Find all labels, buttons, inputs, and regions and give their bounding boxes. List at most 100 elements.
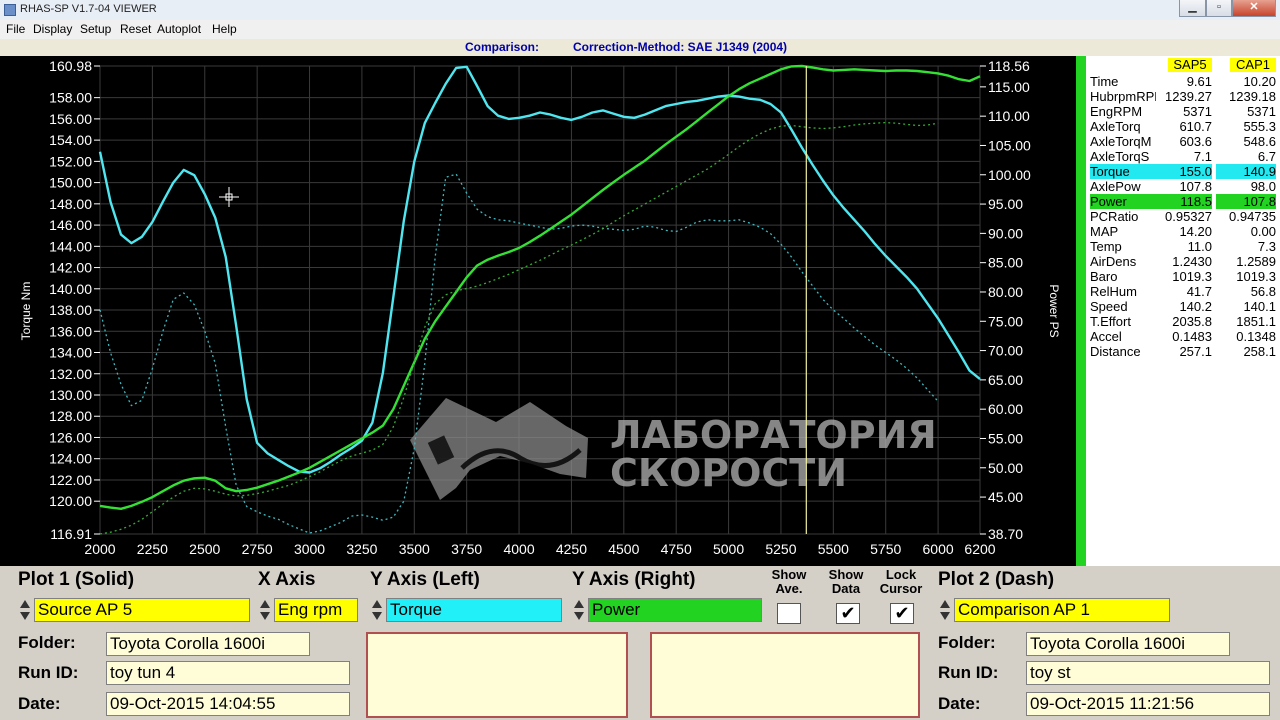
folder-label-1: Folder: [18,633,76,652]
menu-reset[interactable]: Reset [120,22,151,36]
data-row-name: Power [1090,194,1156,209]
data-row-value-sap5: 1239.27 [1165,89,1212,104]
y2-tick-label: 70.00 [988,343,1023,359]
y-axis-right-label: Power PS [1047,284,1061,337]
axis-layer: 2000 2250 2500 2750 3000 3250 3500 3750 4000 4250… [49,58,1031,557]
control-panel: Plot 1 (Solid) X Axis Y Axis (Left) Y Ax… [0,566,1280,720]
date-field-1[interactable]: 09-Oct-2015 14:04:55 [106,692,350,716]
data-row-value-sap5: 257.1 [1179,344,1212,359]
data-row-name: PCRatio [1090,209,1139,224]
plot2-spinner[interactable] [938,598,952,622]
data-row-value-sap5: 11.0 [1187,239,1212,254]
comparison-header: Comparison: Correction-Method: SAE J1349… [0,39,1280,56]
data-row-value-cap1: 107.8 [1216,194,1276,209]
runid-field-1[interactable]: toy tun 4 [106,661,350,685]
menu-display[interactable]: Display [33,22,72,36]
data-row-value-sap5: 610.7 [1179,119,1212,134]
data-row-value-cap1: 10.20 [1243,74,1276,89]
x-tick-label: 2250 [137,541,168,557]
restore-button[interactable]: ▫ [1206,0,1232,17]
spin-down-icon [574,612,584,620]
lock-cursor-checkbox[interactable]: ✔ [890,603,914,624]
yright-spinner[interactable] [572,598,586,622]
y2-tick-label: 80.00 [988,284,1023,300]
data-row-name: AxleTorq [1090,119,1141,134]
lock-cursor-label: Lock Cursor [879,567,923,596]
plot1-source-select[interactable]: Source AP 5 [34,598,250,622]
runid-field-2[interactable]: toy st [1026,661,1270,685]
xaxis-label: X Axis [258,569,316,590]
yleft-select[interactable]: Torque [386,598,562,622]
data-row-name: AxleTorqS [1090,149,1150,164]
notes-memo-1[interactable] [366,632,628,718]
yright-select[interactable]: Power [588,598,762,622]
y2-tick-label: 38.70 [988,526,1023,542]
data-row-name: Torque [1090,164,1156,179]
menu-setup[interactable]: Setup [80,22,111,36]
data-row-value-sap5: 0.95327 [1165,209,1212,224]
spin-down-icon [260,612,270,620]
data-row-value-sap5: 9.61 [1186,74,1212,89]
x-tick-label: 6000 [923,541,954,557]
y-tick-label: 132.00 [49,366,92,382]
watermark: ЛАБОРАТОРИЯ СКОРОСТИ [410,398,937,500]
notes-memo-2[interactable] [650,632,920,718]
data-row: Power 118.5 107.8 [1086,194,1280,209]
data-row-name: T.Effort [1090,314,1131,329]
data-row: Baro 1019.3 1019.3 [1086,269,1280,284]
y2-tick-label: 85.00 [988,255,1023,271]
menu-autoplot[interactable]: Autoplot [157,22,201,36]
data-row-value-cap1: 140.1 [1243,299,1276,314]
yleft-spinner[interactable] [370,598,384,622]
data-row-value-sap5: 41.7 [1186,284,1212,299]
header-cap1: CAP1 [1230,58,1276,72]
spin-up-icon [260,600,270,608]
yaxis-right-label: Y Axis (Right) [572,569,696,590]
plot1-spinner[interactable] [18,598,32,622]
close-icon: ✕ [1249,1,1259,13]
data-row-value-cap1: 548.6 [1243,134,1276,149]
y-tick-label: 136.00 [49,323,92,339]
minimize-button[interactable]: ▁ [1179,0,1206,17]
plot1-label: Plot 1 (Solid) [18,569,135,590]
folder-field-2[interactable]: Toyota Corolla 1600i [1026,632,1230,656]
date-field-2[interactable]: 09-Oct-2015 11:21:56 [1026,692,1270,716]
menu-file[interactable]: File [6,22,25,36]
x-tick-label: 5750 [870,541,901,557]
x-tick-label: 2750 [242,541,273,557]
menu-help[interactable]: Help [212,22,237,36]
plot2-source-select[interactable]: Comparison AP 1 [954,598,1170,622]
runid-label-1: Run ID: [18,663,79,682]
data-row: Temp 11.0 7.3 [1086,239,1280,254]
xaxis-select[interactable]: Eng rpm [274,598,358,622]
data-row: Accel 0.1483 0.1348 [1086,329,1280,344]
y-tick-label: 128.00 [49,408,92,424]
data-row: AxleTorqS 7.1 6.7 [1086,149,1280,164]
spin-down-icon [20,612,30,620]
data-row-value-cap1: 6.7 [1257,149,1276,164]
y-tick-label: 156.00 [49,111,92,127]
data-row-name: Time [1090,74,1119,89]
close-button[interactable]: ✕ [1232,0,1276,17]
data-row-value-sap5: 14.20 [1179,224,1212,239]
chart-svg[interactable]: ЛАБОРАТОРИЯ СКОРОСТИ 2000 2250 2500 2750 300… [0,56,1076,566]
comparison-label: Comparison: [465,40,540,54]
x-tick-label: 5500 [818,541,849,557]
data-row: AxleTorqM 603.6 548.6 [1086,134,1280,149]
data-row: Torque 155.0 140.9 [1086,164,1280,179]
y-tick-label: 148.00 [49,196,92,212]
y-tick-label: 154.00 [49,132,92,148]
y2-tick-label: 50.00 [988,460,1023,476]
folder-field-1[interactable]: Toyota Corolla 1600i [106,632,310,656]
show-ave-checkbox[interactable] [777,603,801,624]
data-row-name: RelHum [1090,284,1137,299]
show-data-checkbox[interactable]: ✔ [836,603,860,624]
data-row: Time 9.61 10.20 [1086,74,1280,89]
xaxis-spinner[interactable] [258,598,272,622]
y-tick-label: 120.00 [49,493,92,509]
dyno-chart[interactable]: ЛАБОРАТОРИЯ СКОРОСТИ 2000 2250 2500 2750 300… [0,56,1076,566]
y-tick-label: 160.98 [49,58,92,74]
data-row-value-cap1: 56.8 [1250,284,1276,299]
data-row: HubrpmRPM 1239.27 1239.18 [1086,89,1280,104]
data-row-value-cap1: 0.1348 [1236,329,1276,344]
